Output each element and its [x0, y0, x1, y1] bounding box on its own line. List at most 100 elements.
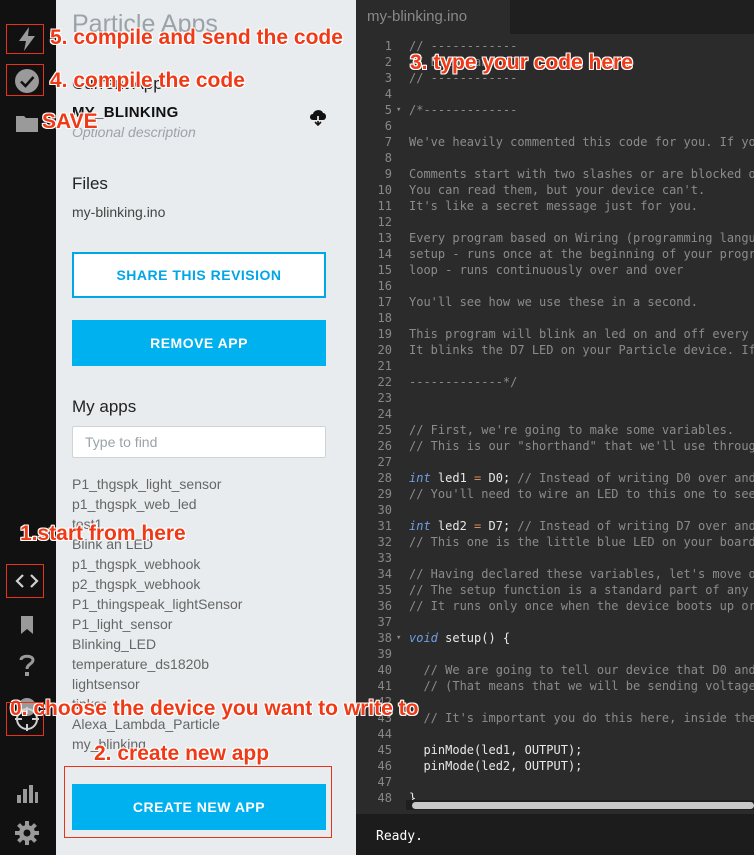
code-line[interactable]: 24	[356, 406, 754, 422]
code-token: Every program based on Wiring (programmi…	[409, 231, 754, 245]
fold-toggle-icon[interactable]: ▾	[396, 630, 401, 646]
code-line[interactable]: 23	[356, 390, 754, 406]
code-text: void setup() {	[409, 630, 510, 646]
code-token: // The setup function is a standard part…	[409, 583, 749, 597]
code-line[interactable]: 22 -------------*/	[356, 374, 754, 390]
app-list-item[interactable]: p2_thgspk_webhook	[72, 574, 326, 594]
code-token: led1	[430, 471, 475, 485]
code-line[interactable]: 16	[356, 278, 754, 294]
code-line[interactable]: 34 // Having declared these variables, le…	[356, 566, 754, 582]
code-line[interactable]: 4	[356, 86, 754, 102]
code-token: pinMode(led2, OUTPUT);	[409, 759, 583, 773]
file-link[interactable]: my-blinking.ino	[72, 204, 165, 220]
code-line[interactable]: 27	[356, 454, 754, 470]
app-list-item[interactable]: P1_light_sensor	[72, 614, 326, 634]
code-line[interactable]: 17 You'll see how we use these in a secon…	[356, 294, 754, 310]
code-line[interactable]: 31 int led2 = D7; // Instead of writing D…	[356, 518, 754, 534]
app-list-item[interactable]: lightsensor	[72, 674, 326, 694]
fold-toggle-icon[interactable]: ▾	[396, 102, 401, 118]
bookmark-icon[interactable]	[10, 610, 44, 640]
code-line[interactable]: 38 ▾ void setup() {	[356, 630, 754, 646]
code-line[interactable]: 41 // (That means that we will be sendin…	[356, 678, 754, 694]
code-line[interactable]: 33	[356, 550, 754, 566]
code-line[interactable]: 46 pinMode(led2, OUTPUT);	[356, 758, 754, 774]
annotation-box-create	[64, 766, 332, 838]
code-line[interactable]: 30	[356, 502, 754, 518]
code-line[interactable]: 25 // First, we're going to make some var…	[356, 422, 754, 438]
code-line[interactable]: 15 loop - runs continuously over and over	[356, 262, 754, 278]
editor-tab[interactable]: my-blinking.ino	[356, 0, 510, 34]
code-line[interactable]: 26 // This is our "shorthand" that we'll …	[356, 438, 754, 454]
app-list-item[interactable]: p1_thgspk_webhook	[72, 554, 326, 574]
help-icon[interactable]	[10, 650, 44, 680]
code-token: // (That means that we will be sending v…	[409, 679, 754, 693]
line-number: 11	[377, 199, 392, 213]
code-line[interactable]: 8	[356, 150, 754, 166]
code-line[interactable]: 47	[356, 774, 754, 790]
code-line[interactable]: 6	[356, 118, 754, 134]
line-number: 28	[377, 471, 392, 485]
code-line[interactable]: 20 It blinks the D7 LED on your Particle …	[356, 342, 754, 358]
code-token: // First, we're going to make some varia…	[409, 423, 735, 437]
code-token: D0;	[481, 471, 518, 485]
code-line[interactable]: 5 ▾ /*-------------	[356, 102, 754, 118]
code-line[interactable]: 11 It's like a secret message just for yo…	[356, 198, 754, 214]
code-text: It blinks the D7 LED on your Particle de…	[409, 342, 754, 358]
code-line[interactable]: 9 Comments start with two slashes or are …	[356, 166, 754, 182]
line-number: 45	[377, 743, 392, 757]
line-number: 22	[377, 375, 392, 389]
folder-icon[interactable]	[10, 108, 44, 138]
line-number: 20	[377, 343, 392, 357]
remove-app-button[interactable]: REMOVE APP	[72, 320, 326, 366]
app-list-item[interactable]: Blinking_LED	[72, 634, 326, 654]
code-line[interactable]: 44	[356, 726, 754, 742]
editor-horizontal-scrollbar[interactable]	[406, 800, 754, 810]
code-text: // It runs only once when the device boo…	[409, 598, 754, 614]
annotation-box-flash	[6, 24, 44, 54]
app-search-input[interactable]	[72, 426, 326, 458]
app-list-item[interactable]: P1_thgspk_light_sensor	[72, 474, 326, 494]
code-line[interactable]: 37	[356, 614, 754, 630]
app-list-item[interactable]: temperature_ds1820b	[72, 654, 326, 674]
code-text: // This one is the little blue LED on yo…	[409, 534, 754, 550]
share-revision-button[interactable]: SHARE THIS REVISION	[72, 252, 326, 298]
code-line[interactable]: 36 // It runs only once when the device b…	[356, 598, 754, 614]
editor-scrollbar-thumb[interactable]	[412, 802, 754, 809]
code-line[interactable]: 28 int led1 = D0; // Instead of writing D…	[356, 470, 754, 486]
app-list-item[interactable]: P1_thingspeak_lightSensor	[72, 594, 326, 614]
code-line[interactable]: 21	[356, 358, 754, 374]
code-text: // It's important you do this here, insi…	[409, 710, 754, 726]
annotation-step5: 5. compile and send the code	[50, 26, 343, 49]
my-apps-label: My apps	[72, 397, 137, 416]
analytics-icon[interactable]	[10, 778, 44, 808]
code-line[interactable]: 14 setup - runs once at the beginning of …	[356, 246, 754, 262]
code-line[interactable]: 35 // The setup function is a standard pa…	[356, 582, 754, 598]
line-number: 38	[377, 631, 392, 645]
code-line[interactable]: 39	[356, 646, 754, 662]
code-line[interactable]: 45 pinMode(led1, OUTPUT);	[356, 742, 754, 758]
code-area[interactable]: 1// ------------ 2// Blink an LED 3// ----…	[356, 34, 754, 804]
code-token: // This is our "shorthand" that we'll us…	[409, 439, 754, 453]
code-line[interactable]: 10 You can read them, but your device can…	[356, 182, 754, 198]
code-text: // The setup function is a standard part…	[409, 582, 749, 598]
code-line[interactable]: 7 We've heavily commented this code for y…	[356, 134, 754, 150]
code-token: // You'll need to wire an LED to this on…	[409, 487, 754, 501]
code-line[interactable]: 13 Every program based on Wiring (program…	[356, 230, 754, 246]
line-number: 30	[377, 503, 392, 517]
code-line[interactable]: 40 // We are going to tell our device th…	[356, 662, 754, 678]
code-text: Comments start with two slashes or are b…	[409, 166, 754, 182]
app-list-item[interactable]: p1_thgspk_web_led	[72, 494, 326, 514]
annotation-box-verify	[6, 64, 44, 96]
code-line[interactable]: 18	[356, 310, 754, 326]
code-line[interactable]: 29 // You'll need to wire an LED to this …	[356, 486, 754, 502]
code-text: // You'll need to wire an LED to this on…	[409, 486, 754, 502]
code-text: int led2 = D7; // Instead of writing D7 …	[409, 518, 754, 534]
line-number: 41	[377, 679, 392, 693]
code-line[interactable]: 32 // This one is the little blue LED on …	[356, 534, 754, 550]
cloud-download-icon[interactable]	[308, 108, 328, 127]
code-line[interactable]: 19 This program will blink an led on and …	[356, 326, 754, 342]
code-line[interactable]: 12	[356, 214, 754, 230]
code-text: Every program based on Wiring (programmi…	[409, 230, 754, 246]
line-number: 13	[377, 231, 392, 245]
settings-icon[interactable]	[10, 818, 44, 848]
